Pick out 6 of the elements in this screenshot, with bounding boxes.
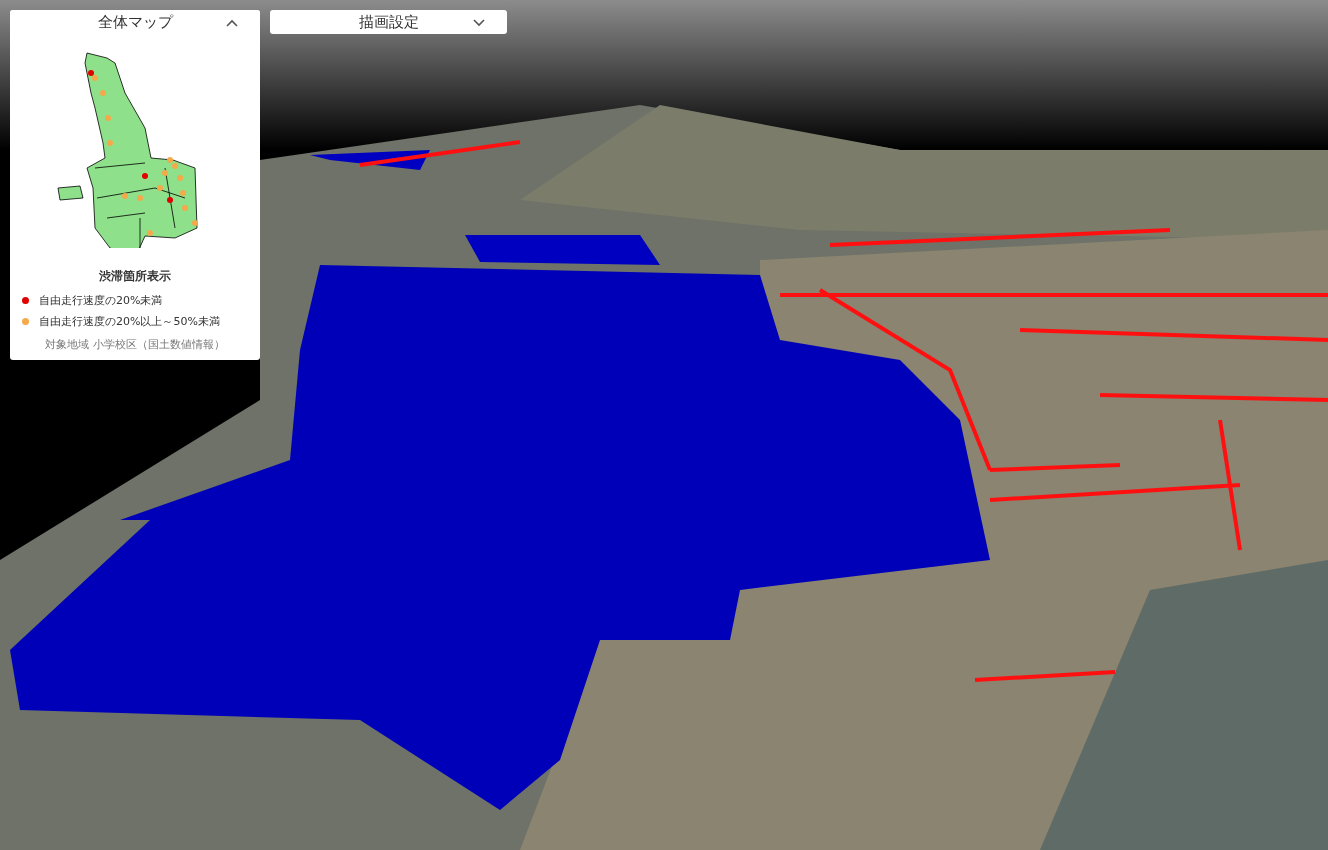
legend-title: 渋滞箇所表示: [99, 268, 171, 285]
legend-label: 自由走行速度の20%未満: [39, 293, 163, 308]
settings-dropdown[interactable]: 描画設定: [270, 10, 507, 34]
3d-terrain-map-drawing[interactable]: [0, 0, 1328, 850]
legend-label: 自由走行速度の20%以上～50%未満: [39, 314, 220, 329]
source-note: 対象地域 小学校区（国土数値情報）: [45, 337, 225, 352]
